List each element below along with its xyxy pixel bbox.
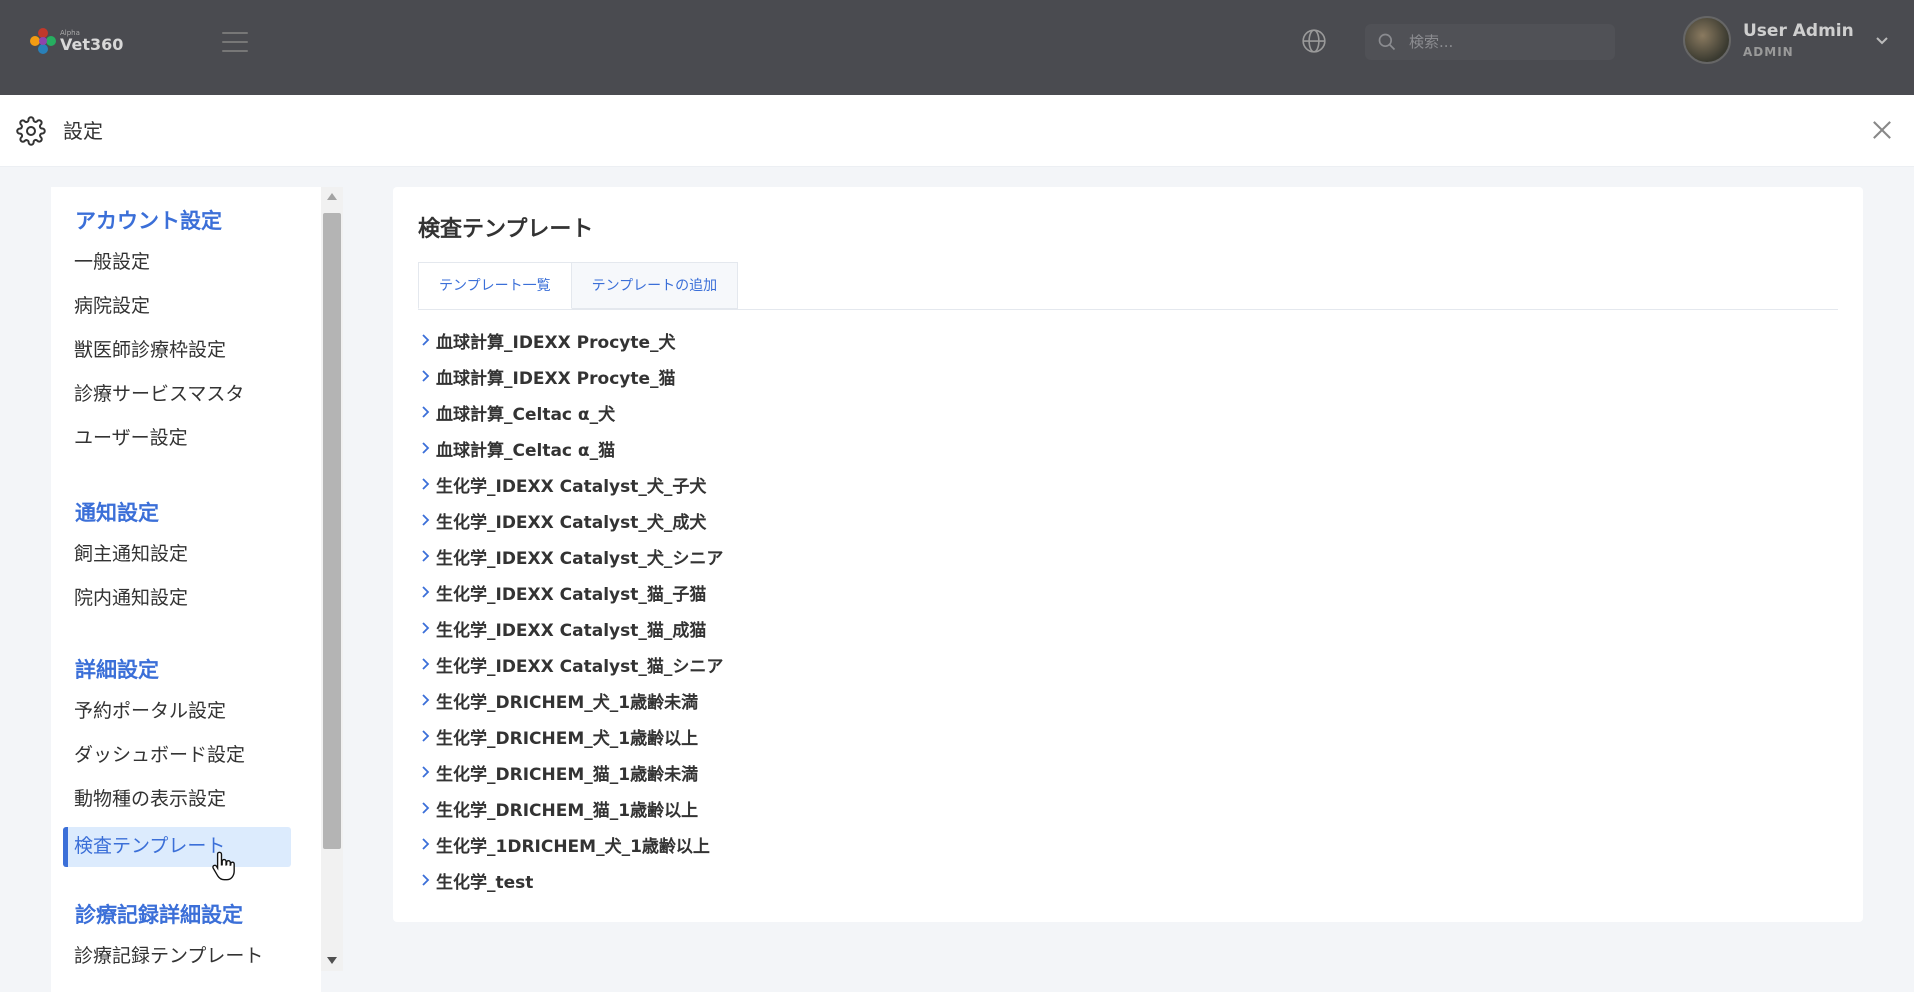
chevron-right-icon — [422, 694, 430, 706]
exam-template-panel: 検査テンプレート テンプレート一覧 テンプレートの追加 血球計算_IDEXX P… — [393, 187, 1863, 922]
sidebar-item-internal-notifications[interactable]: 院内通知設定 — [74, 585, 188, 611]
gear-icon — [16, 116, 46, 146]
template-list-item[interactable]: 生化学_IDEXX Catalyst_猫_シニア — [418, 646, 723, 682]
scroll-down-arrow-icon[interactable] — [327, 957, 337, 964]
template-list-item[interactable]: 血球計算_Celtac α_犬 — [418, 394, 723, 430]
template-list-item[interactable]: 生化学_DRICHEM_猫_1歳齢未満 — [418, 754, 723, 790]
chevron-right-icon — [422, 802, 430, 814]
language-globe-icon[interactable] — [1301, 28, 1327, 54]
sidebar-item-owner-notifications[interactable]: 飼主通知設定 — [74, 541, 188, 567]
template-list-item[interactable]: 生化学_IDEXX Catalyst_犬_子犬 — [418, 466, 723, 502]
sidebar-item-species-display[interactable]: 動物種の表示設定 — [74, 786, 226, 812]
template-name: 血球計算_IDEXX Procyte_猫 — [436, 368, 676, 389]
template-list-item[interactable]: 生化学_test — [418, 862, 723, 898]
template-list-item[interactable]: 生化学_IDEXX Catalyst_犬_シニア — [418, 538, 723, 574]
search-icon — [1378, 33, 1396, 51]
sidebar-section-account: アカウント設定 — [75, 209, 222, 233]
template-list-item[interactable]: 生化学_DRICHEM_犬_1歳齢以上 — [418, 718, 723, 754]
chevron-right-icon — [422, 838, 430, 850]
sidebar-item-vet-slots[interactable]: 獣医師診療枠設定 — [74, 337, 226, 363]
chevron-right-icon — [422, 622, 430, 634]
chevron-right-icon — [422, 478, 430, 490]
page-title: 検査テンプレート — [418, 217, 594, 242]
user-menu[interactable]: User Admin ADMIN — [1683, 16, 1890, 64]
chevron-right-icon — [422, 334, 430, 346]
template-name: 生化学_DRICHEM_猫_1歳齢以上 — [436, 800, 699, 821]
user-name: User Admin — [1743, 21, 1854, 41]
template-name: 生化学_test — [436, 872, 534, 893]
template-list-item[interactable]: 生化学_IDEXX Catalyst_犬_成犬 — [418, 502, 723, 538]
template-name: 血球計算_Celtac α_猫 — [436, 440, 616, 461]
chevron-right-icon — [422, 514, 430, 526]
chevron-right-icon — [422, 874, 430, 886]
tab-template-list[interactable]: テンプレート一覧 — [418, 262, 572, 309]
sidebar-item-service-master[interactable]: 診療サービスマスタ — [74, 381, 244, 407]
tabs-divider — [418, 309, 1838, 310]
logo-flower-icon — [30, 28, 56, 54]
search-input[interactable] — [1409, 24, 1599, 60]
chevron-right-icon — [422, 442, 430, 454]
sidebar-section-details: 詳細設定 — [75, 658, 159, 682]
template-list-item[interactable]: 生化学_DRICHEM_猫_1歳齢以上 — [418, 790, 723, 826]
sidebar-item-dashboard[interactable]: ダッシュボード設定 — [74, 742, 245, 768]
template-name: 生化学_IDEXX Catalyst_犬_子犬 — [436, 476, 707, 497]
template-list-item[interactable]: 生化学_1DRICHEM_犬_1歳齢以上 — [418, 826, 723, 862]
sidebar-section-notifications: 通知設定 — [75, 501, 159, 525]
template-tabs: テンプレート一覧 テンプレートの追加 — [418, 262, 739, 310]
template-name: 生化学_IDEXX Catalyst_犬_シニア — [436, 548, 724, 569]
scroll-thumb[interactable] — [323, 213, 341, 849]
chevron-right-icon — [422, 658, 430, 670]
modal-header — [0, 95, 1914, 167]
sidebar-scrollbar[interactable] — [321, 187, 343, 971]
tab-add-template[interactable]: テンプレートの追加 — [571, 262, 739, 309]
template-list-item[interactable]: 生化学_DRICHEM_犬_1歳齢未満 — [418, 682, 723, 718]
chevron-right-icon — [422, 766, 430, 778]
sidebar-item-hospital[interactable]: 病院設定 — [74, 293, 150, 319]
menu-toggle-icon[interactable] — [222, 32, 248, 52]
hand-pointer-icon — [212, 851, 235, 881]
sidebar-item-exam-templates[interactable]: 検査テンプレート — [63, 827, 291, 867]
search-box — [1365, 24, 1615, 60]
template-list-item[interactable]: 生化学_IDEXX Catalyst_猫_成猫 — [418, 610, 723, 646]
template-list-item[interactable]: 血球計算_Celtac α_猫 — [418, 430, 723, 466]
user-role: ADMIN — [1743, 45, 1794, 59]
sidebar-section-records: 診療記録詳細設定 — [75, 903, 243, 927]
template-name: 生化学_DRICHEM_犬_1歳齢未満 — [436, 692, 699, 713]
sidebar-item-users[interactable]: ユーザー設定 — [74, 425, 188, 451]
chevron-down-icon[interactable] — [1874, 32, 1890, 48]
sidebar-item-record-templates[interactable]: 診療記録テンプレート — [74, 943, 263, 969]
chevron-right-icon — [422, 550, 430, 562]
template-list: 血球計算_IDEXX Procyte_犬 血球計算_IDEXX Procyte_猫… — [418, 322, 723, 898]
chevron-right-icon — [422, 730, 430, 742]
scroll-up-arrow-icon[interactable] — [327, 193, 337, 200]
template-list-item[interactable]: 血球計算_IDEXX Procyte_猫 — [418, 358, 723, 394]
app-topbar: Alpha Vet360 User Admin ADMIN — [0, 0, 1914, 95]
template-name: 生化学_IDEXX Catalyst_猫_シニア — [436, 656, 724, 677]
template-name: 生化学_DRICHEM_犬_1歳齢以上 — [436, 728, 699, 749]
chevron-right-icon — [422, 406, 430, 418]
template-list-item[interactable]: 生化学_IDEXX Catalyst_猫_子猫 — [418, 574, 723, 610]
app-logo[interactable]: Alpha Vet360 — [30, 28, 123, 54]
template-name: 生化学_IDEXX Catalyst_猫_子猫 — [436, 584, 707, 605]
template-name: 生化学_IDEXX Catalyst_猫_成猫 — [436, 620, 707, 641]
chevron-right-icon — [422, 586, 430, 598]
logo-text: Vet360 — [60, 34, 124, 54]
template-name: 血球計算_IDEXX Procyte_犬 — [436, 332, 676, 353]
template-name: 血球計算_Celtac α_犬 — [436, 404, 616, 425]
template-name: 生化学_DRICHEM_猫_1歳齢未満 — [436, 764, 699, 785]
close-icon[interactable] — [1868, 116, 1896, 144]
chevron-right-icon — [422, 370, 430, 382]
sidebar-item-booking-portal[interactable]: 予約ポータル設定 — [74, 698, 226, 724]
sidebar-item-general[interactable]: 一般設定 — [74, 249, 150, 275]
modal-title: 設定 — [63, 119, 103, 143]
template-name: 生化学_1DRICHEM_犬_1歳齢以上 — [436, 836, 710, 857]
template-list-item[interactable]: 血球計算_IDEXX Procyte_犬 — [418, 322, 723, 358]
avatar — [1683, 16, 1731, 64]
template-name: 生化学_IDEXX Catalyst_犬_成犬 — [436, 512, 707, 533]
settings-sidebar: アカウント設定 一般設定 病院設定 獣医師診療枠設定 診療サービスマスタ ユーザ… — [51, 187, 321, 992]
